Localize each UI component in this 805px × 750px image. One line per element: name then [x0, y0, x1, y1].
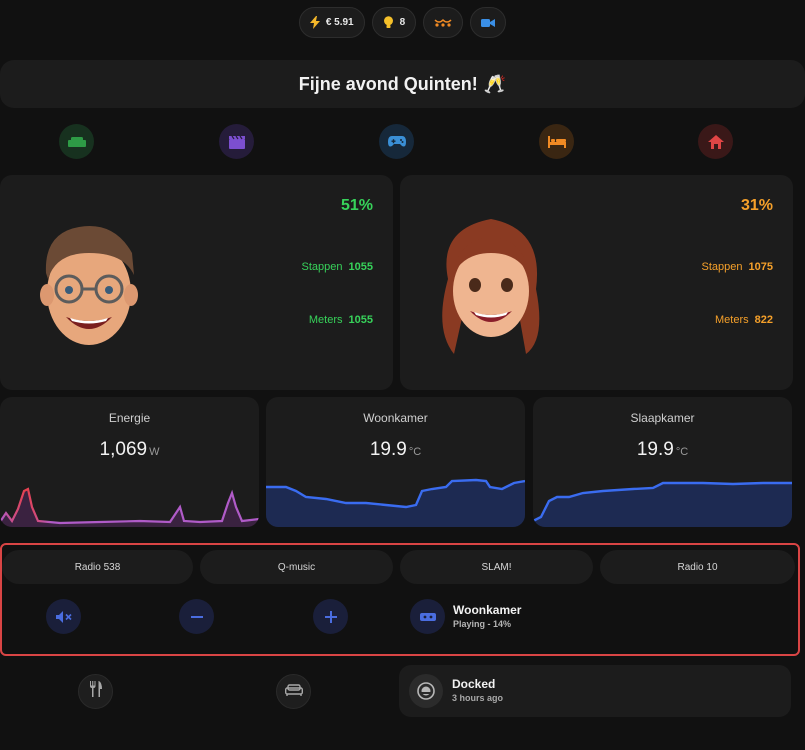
- sensor-unit: W: [149, 446, 160, 458]
- sensor-value: 19.9: [636, 439, 674, 460]
- kitchen-button[interactable]: [78, 674, 113, 709]
- sensor-value: 19.9: [369, 439, 407, 460]
- bedroom-temp-graph: [533, 481, 792, 527]
- camera-chip[interactable]: [470, 7, 507, 38]
- steps-value: 1055: [348, 261, 373, 273]
- fork-knife-icon: [89, 681, 103, 702]
- sensor-title: Woonkamer: [363, 411, 428, 425]
- livingroom-temp-graph: [266, 478, 525, 527]
- lightbulb-icon: [383, 16, 394, 29]
- stairs-lights-chip[interactable]: [423, 7, 464, 38]
- sofa-icon: [67, 135, 86, 149]
- plus-icon: [324, 610, 337, 623]
- string-lights-icon: [434, 18, 452, 28]
- steps-label: Stappen: [301, 261, 343, 273]
- volume-down-button[interactable]: [179, 599, 214, 634]
- station-qmusic-button[interactable]: Q-music: [200, 550, 393, 584]
- room-home-button[interactable]: [698, 124, 733, 159]
- avatar: [442, 219, 540, 354]
- energy-cost-value: € 5.91: [325, 17, 354, 28]
- steps-stat: Stappen 1055: [302, 261, 373, 273]
- speaker-icon: [419, 612, 436, 621]
- robot-vacuum-icon: [409, 674, 443, 708]
- sensor-unit: °C: [408, 446, 422, 458]
- steps-value: 1075: [748, 261, 773, 273]
- vacuum-last-update: 3 hours ago: [452, 693, 504, 703]
- greeting-banner: Fijne avond Quinten! 🥂: [0, 60, 805, 108]
- player-status: Playing - 14%: [453, 619, 512, 629]
- person-card-partner[interactable]: 31% Stappen 1075 Meters 822: [400, 175, 793, 390]
- room-gaming-button[interactable]: [379, 124, 414, 159]
- meters-value: 1055: [348, 314, 373, 326]
- bedroom-temp-card[interactable]: Slaapkamer 19.9 °C: [533, 397, 792, 527]
- sensor-reading: 19.9 °C: [533, 439, 792, 461]
- minus-icon: [190, 615, 203, 618]
- status-chips: € 5.91 8: [0, 7, 805, 38]
- station-radio10-button[interactable]: Radio 10: [600, 550, 795, 584]
- room-bedroom-button[interactable]: [539, 124, 574, 159]
- mute-button[interactable]: [46, 599, 81, 634]
- meters-label: Meters: [308, 314, 343, 326]
- lights-count: 8: [399, 17, 406, 28]
- lights-chip[interactable]: 8: [371, 7, 417, 38]
- room-living-button[interactable]: [59, 124, 94, 159]
- lightning-icon: [309, 16, 320, 29]
- volume-up-button[interactable]: [313, 599, 348, 634]
- home-icon: [707, 134, 724, 149]
- media-panel: Radio 538 Q-music SLAM! Radio 10 Woonkam…: [0, 543, 800, 656]
- volume-mute-icon: [55, 610, 72, 623]
- sensor-title: Energie: [108, 411, 151, 425]
- energy-cost-chip[interactable]: € 5.91: [298, 7, 365, 38]
- room-buttons: [0, 124, 805, 160]
- greeting-text: Fijne avond Quinten!: [298, 73, 478, 94]
- player-name: Woonkamer: [453, 603, 522, 617]
- meters-stat: Meters 822: [715, 314, 773, 326]
- energy-sensor-card[interactable]: Energie 1,069 W: [0, 397, 259, 527]
- meters-label: Meters: [715, 314, 749, 326]
- vacuum-card[interactable]: Docked 3 hours ago: [399, 665, 791, 717]
- sensor-reading: 19.9 °C: [266, 439, 525, 461]
- station-radio538-button[interactable]: Radio 538: [2, 550, 193, 584]
- sensor-title: Slaapkamer: [630, 411, 695, 425]
- steps-stat: Stappen 1075: [702, 261, 773, 273]
- meters-stat: Meters 1055: [309, 314, 373, 326]
- sofa-icon: [284, 683, 303, 701]
- person-card-quinten[interactable]: 51% Stappen 1055 Meters 1055: [0, 175, 393, 390]
- speaker-button[interactable]: [410, 599, 445, 634]
- sensor-unit: °C: [675, 446, 689, 458]
- video-camera-icon: [481, 18, 496, 28]
- livingroom-temp-card[interactable]: Woonkamer 19.9 °C: [266, 397, 525, 527]
- clapperboard-icon: [228, 135, 245, 149]
- steps-label: Stappen: [701, 261, 743, 273]
- avatar: [40, 226, 138, 345]
- room-cinema-button[interactable]: [219, 124, 254, 159]
- bed-icon: [547, 135, 566, 148]
- sensor-value: 1,069: [99, 439, 148, 460]
- gamepad-icon: [387, 135, 406, 148]
- sensor-reading: 1,069 W: [0, 439, 259, 461]
- activity-percent: 51%: [340, 197, 373, 214]
- energy-graph: [0, 487, 259, 527]
- vacuum-status: Docked: [452, 677, 496, 691]
- activity-percent: 31%: [740, 197, 773, 214]
- guestroom-button[interactable]: [276, 674, 311, 709]
- cheers-icon: 🥂: [483, 73, 507, 94]
- meters-value: 822: [754, 314, 773, 326]
- station-slam-button[interactable]: SLAM!: [400, 550, 593, 584]
